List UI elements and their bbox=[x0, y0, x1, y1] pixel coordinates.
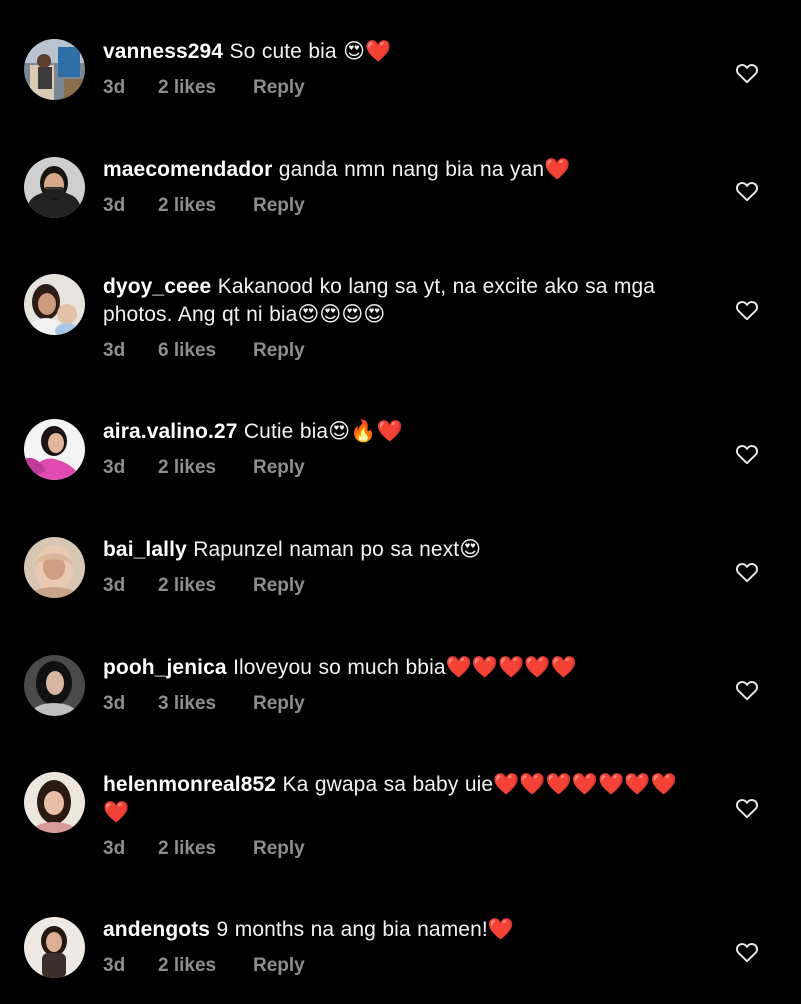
like-button[interactable] bbox=[734, 60, 760, 86]
comment-username[interactable]: maecomendador bbox=[103, 158, 272, 181]
comment-text: andengots 9 months na ang bia namen!❤️ bbox=[103, 916, 693, 944]
comment-timestamp: 3d bbox=[103, 575, 126, 596]
comments-screen: { "colors": { "background": "#000000", "… bbox=[0, 0, 801, 1004]
comment-likes-count[interactable]: 2 likes bbox=[158, 456, 253, 480]
comment-meta: 3d 2 likes Reply bbox=[103, 194, 693, 218]
reply-button[interactable]: Reply bbox=[253, 954, 305, 978]
comment-likes-count[interactable]: 2 likes bbox=[158, 76, 253, 100]
comment-username[interactable]: helenmonreal852 bbox=[103, 773, 276, 796]
comment-timestamp: 3d bbox=[103, 195, 126, 216]
like-button[interactable] bbox=[734, 441, 760, 467]
comment-text: pooh_jenica Iloveyou so much bbia❤️❤️❤️❤… bbox=[103, 654, 693, 682]
comment-meta: 3d 2 likes Reply bbox=[103, 954, 693, 978]
comment-timestamp: 3d bbox=[103, 77, 126, 98]
reply-button[interactable]: Reply bbox=[253, 76, 305, 100]
comment-username[interactable]: aira.valino.27 bbox=[103, 420, 237, 443]
comment-username[interactable]: vanness294 bbox=[103, 40, 223, 63]
like-button[interactable] bbox=[734, 297, 760, 323]
comment-timestamp: 3d bbox=[103, 693, 126, 714]
like-button[interactable] bbox=[734, 939, 760, 965]
avatar[interactable] bbox=[24, 157, 85, 218]
comment-timestamp: 3d bbox=[103, 457, 126, 478]
comment-meta: 3d 6 likes Reply bbox=[103, 339, 693, 363]
avatar[interactable] bbox=[24, 537, 85, 598]
avatar[interactable] bbox=[24, 274, 85, 335]
comment-timestamp: 3d bbox=[103, 340, 126, 361]
comment-text: helenmonreal852 Ka gwapa sa baby uie❤️❤️… bbox=[103, 771, 693, 827]
comment-body: ganda nmn nang bia na yan❤️ bbox=[278, 158, 571, 181]
avatar[interactable] bbox=[24, 655, 85, 716]
like-button[interactable] bbox=[734, 677, 760, 703]
reply-button[interactable]: Reply bbox=[253, 339, 305, 363]
reply-button[interactable]: Reply bbox=[253, 456, 305, 480]
comment-meta: 3d 2 likes Reply bbox=[103, 456, 693, 480]
comment-username[interactable]: dyoy_ceee bbox=[103, 275, 211, 298]
avatar[interactable] bbox=[24, 772, 85, 833]
heart-outline-icon bbox=[736, 445, 758, 465]
avatar[interactable] bbox=[24, 39, 85, 100]
comment-text: bai_lally Rapunzel naman po sa next😍 bbox=[103, 536, 693, 564]
reply-button[interactable]: Reply bbox=[253, 194, 305, 218]
comment-body: So cute bia 😍❤️ bbox=[229, 40, 392, 63]
heart-outline-icon bbox=[736, 681, 758, 701]
reply-button[interactable]: Reply bbox=[253, 692, 305, 716]
comment-likes-count[interactable]: 2 likes bbox=[158, 837, 253, 861]
comment-text: vanness294 So cute bia 😍❤️ bbox=[103, 38, 693, 66]
reply-button[interactable]: Reply bbox=[253, 837, 305, 861]
comment-username[interactable]: bai_lally bbox=[103, 538, 187, 561]
like-button[interactable] bbox=[734, 795, 760, 821]
reply-button[interactable]: Reply bbox=[253, 574, 305, 598]
heart-outline-icon bbox=[736, 301, 758, 321]
comment-body: Cutie bia😍🔥❤️ bbox=[243, 420, 403, 443]
comment-text: dyoy_ceee Kakanood ko lang sa yt, na exc… bbox=[103, 273, 693, 329]
heart-outline-icon bbox=[736, 64, 758, 84]
comment-likes-count[interactable]: 6 likes bbox=[158, 339, 253, 363]
avatar[interactable] bbox=[24, 917, 85, 978]
comment-meta: 3d 2 likes Reply bbox=[103, 76, 693, 100]
comment-timestamp: 3d bbox=[103, 955, 126, 976]
heart-outline-icon bbox=[736, 182, 758, 202]
comment-likes-count[interactable]: 2 likes bbox=[158, 954, 253, 978]
comment-meta: 3d 2 likes Reply bbox=[103, 837, 693, 861]
comment-body: Rapunzel naman po sa next😍 bbox=[193, 538, 482, 561]
comment-text: aira.valino.27 Cutie bia😍🔥❤️ bbox=[103, 418, 693, 446]
comment-likes-count[interactable]: 2 likes bbox=[158, 574, 253, 598]
comment-likes-count[interactable]: 3 likes bbox=[158, 692, 253, 716]
heart-outline-icon bbox=[736, 799, 758, 819]
comment-username[interactable]: pooh_jenica bbox=[103, 656, 227, 679]
comment-body: Iloveyou so much bbia❤️❤️❤️❤️❤️ bbox=[233, 656, 577, 679]
comment-body: 9 months na ang bia namen!❤️ bbox=[216, 918, 515, 941]
comment-timestamp: 3d bbox=[103, 838, 126, 859]
heart-outline-icon bbox=[736, 943, 758, 963]
comment-text: maecomendador ganda nmn nang bia na yan❤… bbox=[103, 156, 693, 184]
comment-likes-count[interactable]: 2 likes bbox=[158, 194, 253, 218]
heart-outline-icon bbox=[736, 563, 758, 583]
comment-meta: 3d 3 likes Reply bbox=[103, 692, 693, 716]
comment-username[interactable]: andengots bbox=[103, 918, 210, 941]
like-button[interactable] bbox=[734, 178, 760, 204]
like-button[interactable] bbox=[734, 559, 760, 585]
comment-meta: 3d 2 likes Reply bbox=[103, 574, 693, 598]
avatar[interactable] bbox=[24, 419, 85, 480]
